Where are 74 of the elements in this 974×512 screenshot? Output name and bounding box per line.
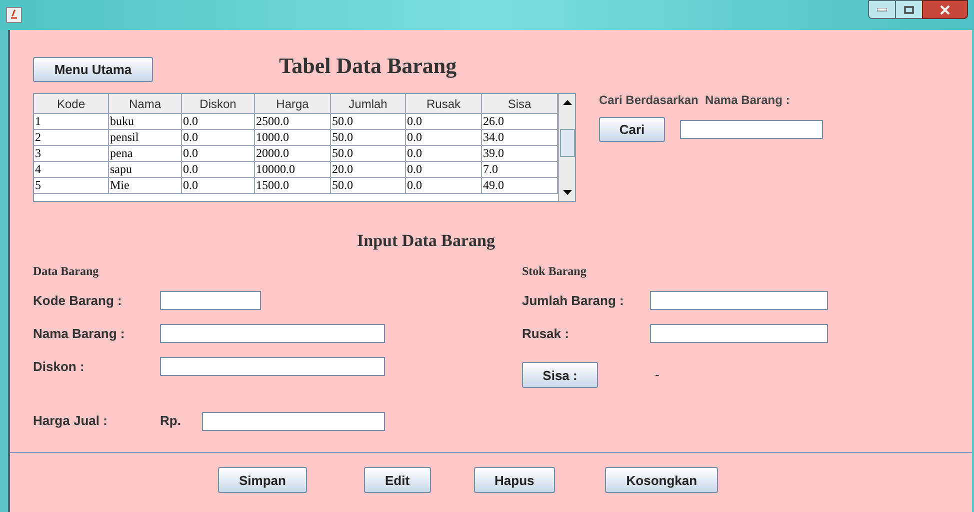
column-header[interactable]: Rusak	[406, 94, 482, 114]
column-header[interactable]: Diskon	[182, 94, 255, 114]
action-button[interactable]: Kosongkan	[605, 467, 718, 493]
section-heading: Data Barang	[33, 263, 100, 280]
table-cell: 4	[34, 162, 109, 178]
action-button[interactable]: Simpan	[218, 467, 307, 493]
table-cell: 0.0	[406, 146, 482, 162]
table-cell: sapu	[109, 162, 182, 178]
table-cell: 0.0	[406, 130, 482, 146]
column-header[interactable]: Nama	[109, 94, 182, 114]
table-cell: 10000.0	[255, 162, 331, 178]
action-button[interactable]: Hapus	[474, 467, 556, 493]
field-label: Rusak :	[522, 324, 570, 343]
field-label: Diskon :	[33, 358, 86, 376]
table-cell: 1000.0	[255, 130, 331, 146]
table-cell: 50.0	[331, 146, 406, 162]
table-cell: 0.0	[182, 130, 255, 146]
table-cell: Mie	[109, 178, 182, 194]
menu-button[interactable]: Menu Utama	[33, 57, 153, 82]
action-button[interactable]: Edit	[364, 467, 431, 493]
table-cell: 0.0	[406, 178, 482, 194]
section-title: Input Data Barang	[357, 230, 495, 252]
input-field[interactable]	[160, 291, 261, 310]
table-title: Tabel Data Barang	[279, 53, 457, 79]
table-cell: pena	[109, 146, 182, 162]
maximize-button[interactable]	[896, 0, 922, 19]
table-cell: 50.0	[331, 114, 406, 130]
table-cell: 50.0	[331, 178, 406, 194]
scrollbar[interactable]	[558, 94, 575, 201]
column-header[interactable]: Harga	[255, 94, 331, 114]
table-cell: 3	[34, 146, 109, 162]
field-label: Nama Barang :	[33, 324, 126, 343]
table-cell: 50.0	[331, 130, 406, 146]
column-header[interactable]: Kode	[34, 94, 109, 114]
table-cell: 1	[34, 114, 109, 130]
currency-label: Rp.	[160, 412, 182, 430]
input-field[interactable]	[160, 324, 385, 343]
java-app-icon	[6, 7, 22, 23]
column-header[interactable]: Jumlah	[331, 94, 406, 114]
table-cell: 1500.0	[255, 178, 331, 194]
input-field[interactable]	[680, 120, 823, 139]
minimize-button[interactable]	[868, 0, 896, 19]
scroll-down-icon	[562, 190, 572, 195]
field-label: Jumlah Barang :	[522, 292, 625, 310]
sisa-button[interactable]: Sisa :	[522, 362, 598, 388]
table-cell: 5	[34, 178, 109, 194]
table-cell: 0.0	[182, 162, 255, 178]
table-cell: 2500.0	[255, 114, 331, 130]
minimize-icon	[877, 8, 887, 12]
search-label: Cari Berdasarkan Nama Barang :	[599, 92, 791, 109]
table-cell: 0.0	[406, 114, 482, 130]
sisa-value: -	[655, 366, 660, 384]
maximize-icon	[904, 6, 914, 14]
table-cell: 20.0	[331, 162, 406, 178]
field-label: Kode Barang :	[33, 292, 123, 310]
table-cell: 2	[34, 130, 109, 146]
scroll-up-icon	[562, 100, 572, 105]
scrollbar-thumb[interactable]	[560, 128, 574, 156]
input-field[interactable]	[650, 324, 828, 343]
table-cell: 2000.0	[255, 146, 331, 162]
table-cell: 0.0	[182, 178, 255, 194]
table-cell: pensil	[109, 130, 182, 146]
input-field[interactable]	[160, 357, 385, 376]
table-cell: 0.0	[182, 146, 255, 162]
table-cell: 0.0	[406, 162, 482, 178]
input-field[interactable]	[650, 291, 828, 310]
search-button[interactable]: Cari	[599, 117, 665, 142]
table-cell: 0.0	[182, 114, 255, 130]
field-label: Harga Jual :	[33, 412, 108, 430]
close-button[interactable]	[922, 0, 968, 19]
close-icon	[940, 4, 950, 14]
table-cell: buku	[109, 114, 182, 130]
section-heading: Stok Barang	[522, 263, 588, 280]
input-field[interactable]	[202, 412, 385, 430]
